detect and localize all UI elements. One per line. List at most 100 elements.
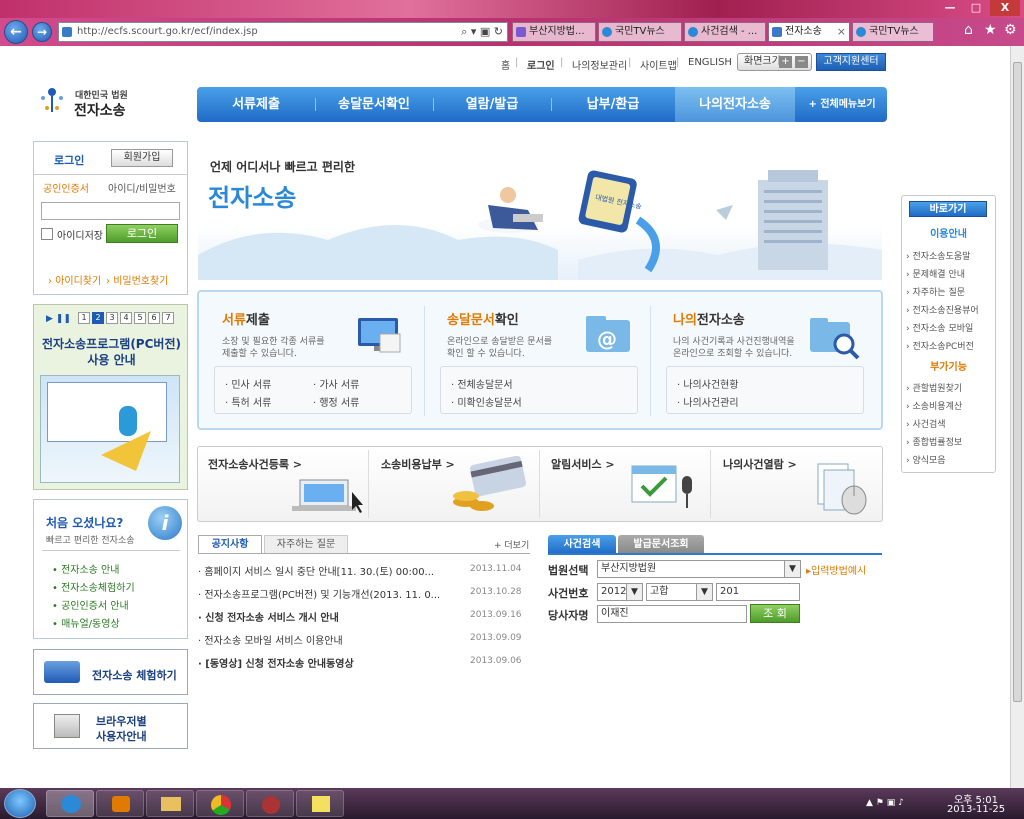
support-center-button[interactable]: 고객지원센터	[816, 53, 886, 71]
banner-page-7[interactable]: 7	[162, 312, 174, 324]
find-id-link[interactable]: › 아이디찾기	[48, 272, 101, 287]
tab-notice[interactable]: 공지사항	[198, 535, 262, 554]
pc-program-banner[interactable]: ▶ ❚❚ 1 2 3 4 5 6 7 전자소송프로그램(PC버전) 사용 안내	[33, 304, 188, 490]
browser-tab-1[interactable]: 부산지방법...	[512, 22, 596, 42]
link-manual-video[interactable]: • 매뉴얼/동영상	[52, 615, 120, 630]
card-delivery-title[interactable]: 송달문서확인	[447, 309, 519, 328]
item-unread-delivery[interactable]: · 미확인송달문서	[451, 394, 522, 409]
banner-page-5[interactable]: 5	[134, 312, 146, 324]
tab-issued-docs[interactable]: 발급문서조회	[618, 535, 704, 554]
join-button[interactable]: 회원가입	[111, 149, 173, 167]
app-taskbar-icon[interactable]	[246, 790, 294, 817]
login-link[interactable]: 로그인	[527, 57, 555, 72]
quick-find-court[interactable]: › 관할법원찾기	[906, 381, 962, 394]
browser-tab-4-active[interactable]: 전자소송 ×	[768, 22, 850, 42]
back-icon[interactable]: ←	[4, 20, 28, 44]
banner-page-6[interactable]: 6	[148, 312, 160, 324]
forward-icon[interactable]: →	[32, 22, 52, 42]
quick-help[interactable]: › 전자소송도움말	[906, 249, 970, 262]
sitemap-link[interactable]: 사이트맵	[640, 57, 677, 72]
quick-mobile[interactable]: › 전자소송 모바일	[906, 321, 973, 334]
tab-faq[interactable]: 자주하는 질문	[264, 535, 348, 554]
case-type-select[interactable]: 고합 ▼	[646, 583, 713, 601]
maximize-button[interactable]: □	[962, 0, 990, 16]
explorer-taskbar-icon[interactable]	[146, 790, 194, 817]
browser-tab-5[interactable]: 국민TV뉴스	[852, 22, 934, 42]
browser-guide-button[interactable]: 브라우저별 사용자안내	[33, 703, 188, 749]
nav-payment[interactable]: 납부/환급	[551, 87, 675, 122]
card-submit-title[interactable]: 서류제출	[222, 309, 270, 328]
nav-view-issue[interactable]: 열람/발급	[433, 87, 551, 122]
chrome-taskbar-icon[interactable]	[196, 790, 244, 817]
logo-title[interactable]: 전자소송	[74, 100, 126, 120]
english-link[interactable]: ENGLISH	[688, 57, 732, 68]
tab-id-password[interactable]: 아이디/비밀번호	[108, 180, 176, 195]
tab-certificate[interactable]: 공인인증서	[43, 180, 89, 195]
banner-page-3[interactable]: 3	[106, 312, 118, 324]
input-example-link[interactable]: ▸입력방법예시	[806, 562, 866, 577]
home-link[interactable]: 홈	[501, 57, 510, 72]
nav-service-check[interactable]: 송달문서확인	[315, 87, 433, 122]
service-case-register[interactable]: 전자소송사건등록 >	[208, 456, 302, 472]
year-select[interactable]: 2012 ▼	[597, 583, 643, 601]
myinfo-link[interactable]: 나의정보관리	[572, 57, 627, 72]
item-all-delivery[interactable]: · 전체송달문서	[451, 376, 513, 391]
item-my-case-manage[interactable]: · 나의사건관리	[677, 394, 739, 409]
quick-pc-version[interactable]: › 전자소송PC버전	[906, 339, 974, 352]
court-select[interactable]: 부산지방법원 ▼	[597, 560, 801, 578]
zoom-out-button[interactable]: −	[795, 56, 808, 68]
case-number-input[interactable]: 201	[716, 583, 800, 601]
tray-icons[interactable]: ▲ ⚑ ▣ ♪	[866, 798, 904, 808]
address-bar[interactable]: http://ecfs.scourt.go.kr/ecf/index.jsp ⌕…	[58, 22, 508, 42]
browser-tab-3[interactable]: 사건검색 - ...	[684, 22, 766, 42]
item-my-cases[interactable]: · 나의사건현황	[677, 376, 739, 391]
browser-tab-2[interactable]: 국민TV뉴스	[598, 22, 682, 42]
link-ecourt-guide[interactable]: • 전자소송 안내	[52, 561, 119, 576]
tab-close-icon[interactable]: ×	[837, 23, 846, 41]
search-refresh-icons[interactable]: ⌕ ▾ ▣ ↻	[461, 23, 503, 41]
search-button[interactable]: 조 회	[750, 604, 800, 623]
ie-taskbar-icon[interactable]	[46, 790, 94, 817]
scrollbar-thumb[interactable]	[1013, 62, 1022, 702]
favorites-star-icon[interactable]: ★	[984, 22, 997, 38]
settings-gear-icon[interactable]: ⚙	[1004, 22, 1017, 38]
banner-page-2[interactable]: 2	[92, 312, 104, 324]
banner-page-4[interactable]: 4	[120, 312, 132, 324]
clock-date[interactable]: 2013-11-25	[946, 804, 1006, 815]
home-icon[interactable]: ⌂	[964, 22, 973, 38]
banner-play-pause-icon[interactable]: ▶ ❚❚	[46, 314, 71, 324]
login-tab[interactable]: 로그인	[54, 152, 84, 168]
banner-page-1[interactable]: 1	[78, 312, 90, 324]
login-button[interactable]: 로그인	[106, 224, 178, 243]
quick-fee-calc[interactable]: › 소송비용계산	[906, 399, 962, 412]
quick-troubleshoot[interactable]: › 문제해결 안내	[906, 267, 965, 280]
card-my-ecourt-title[interactable]: 나의전자소송	[673, 309, 745, 328]
start-button-icon[interactable]	[4, 789, 36, 818]
nav-document-submit[interactable]: 서류제출	[197, 87, 315, 122]
media-player-taskbar-icon[interactable]	[96, 790, 144, 817]
zoom-in-button[interactable]: +	[779, 56, 792, 68]
quick-case-search[interactable]: › 사건검색	[906, 417, 946, 430]
service-my-case-view[interactable]: 나의사건열람 >	[723, 456, 797, 472]
all-menu-button[interactable]: + 전체메뉴보기	[797, 87, 887, 122]
item-civil-docs[interactable]: · 민사 서류	[225, 376, 271, 391]
quick-faq[interactable]: › 자주하는 질문	[906, 285, 965, 298]
close-window-button[interactable]: X	[990, 0, 1020, 16]
nav-my-ecourt[interactable]: 나의전자소송	[675, 87, 795, 122]
link-ecourt-trial[interactable]: • 전자소송체험하기	[52, 579, 135, 594]
item-family-docs[interactable]: · 가사 서류	[313, 376, 359, 391]
service-alerts[interactable]: 알림서비스 >	[551, 456, 615, 472]
notice-more-link[interactable]: + 더보기	[494, 538, 529, 551]
link-certificate-guide[interactable]: • 공인인증서 안내	[52, 597, 129, 612]
party-name-input[interactable]: 이재진	[597, 605, 747, 623]
quick-viewer[interactable]: › 전자소송진용뷰어	[906, 303, 979, 316]
vertical-scrollbar[interactable]	[1010, 46, 1024, 788]
quick-legal-info[interactable]: › 종합법률정보	[906, 435, 962, 448]
minimize-button[interactable]: —	[936, 0, 964, 16]
quick-forms[interactable]: › 양식모음	[906, 453, 946, 466]
item-patent-docs[interactable]: · 특허 서류	[225, 394, 271, 409]
find-password-link[interactable]: › 비밀번호찾기	[106, 272, 168, 287]
tab-case-search[interactable]: 사건검색	[548, 535, 616, 554]
save-id-checkbox[interactable]	[41, 228, 53, 240]
ecourt-trial-button[interactable]: 전자소송 체험하기	[33, 649, 188, 695]
